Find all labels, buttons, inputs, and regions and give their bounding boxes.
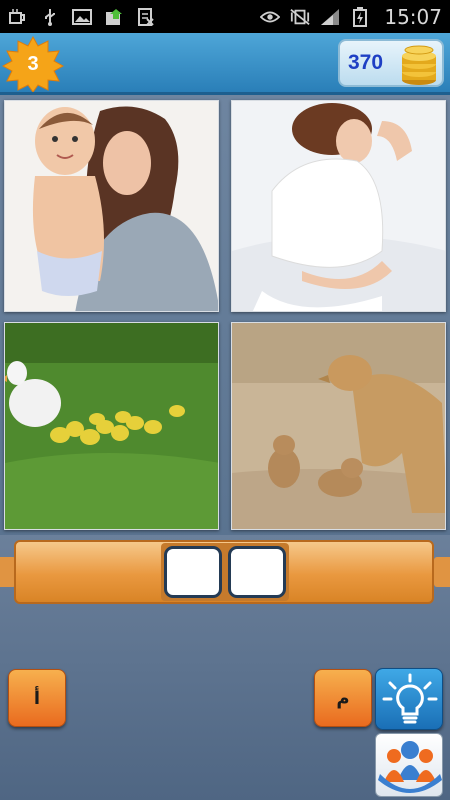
level-badge: 3 <box>1 35 65 93</box>
letter-tile-alef[interactable]: أ <box>8 669 66 727</box>
battery-charging-icon <box>350 6 370 27</box>
download-icon <box>104 8 124 26</box>
eye-icon <box>260 8 281 26</box>
lightbulb-icon <box>382 673 438 724</box>
answer-slot-1[interactable] <box>164 546 222 598</box>
answer-bar-end-right <box>434 557 450 587</box>
answer-slot-2[interactable] <box>228 546 286 598</box>
level-number: 3 <box>27 52 39 75</box>
letter-tile-meem[interactable]: م <box>314 669 372 727</box>
clock-time: 15:07 <box>384 4 442 29</box>
hint-button[interactable] <box>375 668 443 730</box>
photo-pregnant-woman[interactable] <box>231 100 446 312</box>
signal-icon <box>320 8 340 26</box>
document-icon <box>136 7 156 26</box>
vibrate-silent-icon <box>290 8 311 26</box>
image-icon <box>72 8 92 26</box>
photo-lioness-cubs[interactable] <box>231 322 446 530</box>
share-people-button[interactable] <box>375 733 443 797</box>
photo-duck-ducklings[interactable] <box>4 322 219 530</box>
coffee-cup-icon <box>8 8 28 26</box>
gold-coins-icon <box>398 44 440 90</box>
photo-grid <box>0 95 450 535</box>
people-share-icon <box>378 741 442 793</box>
top-bar: 3 370 <box>0 33 450 95</box>
coins-value: 370 <box>348 51 384 74</box>
status-bar: 15:07 <box>0 0 450 33</box>
photo-mother-baby[interactable] <box>4 100 219 312</box>
usb-icon <box>40 8 60 26</box>
coins-counter[interactable]: 370 <box>338 39 444 87</box>
